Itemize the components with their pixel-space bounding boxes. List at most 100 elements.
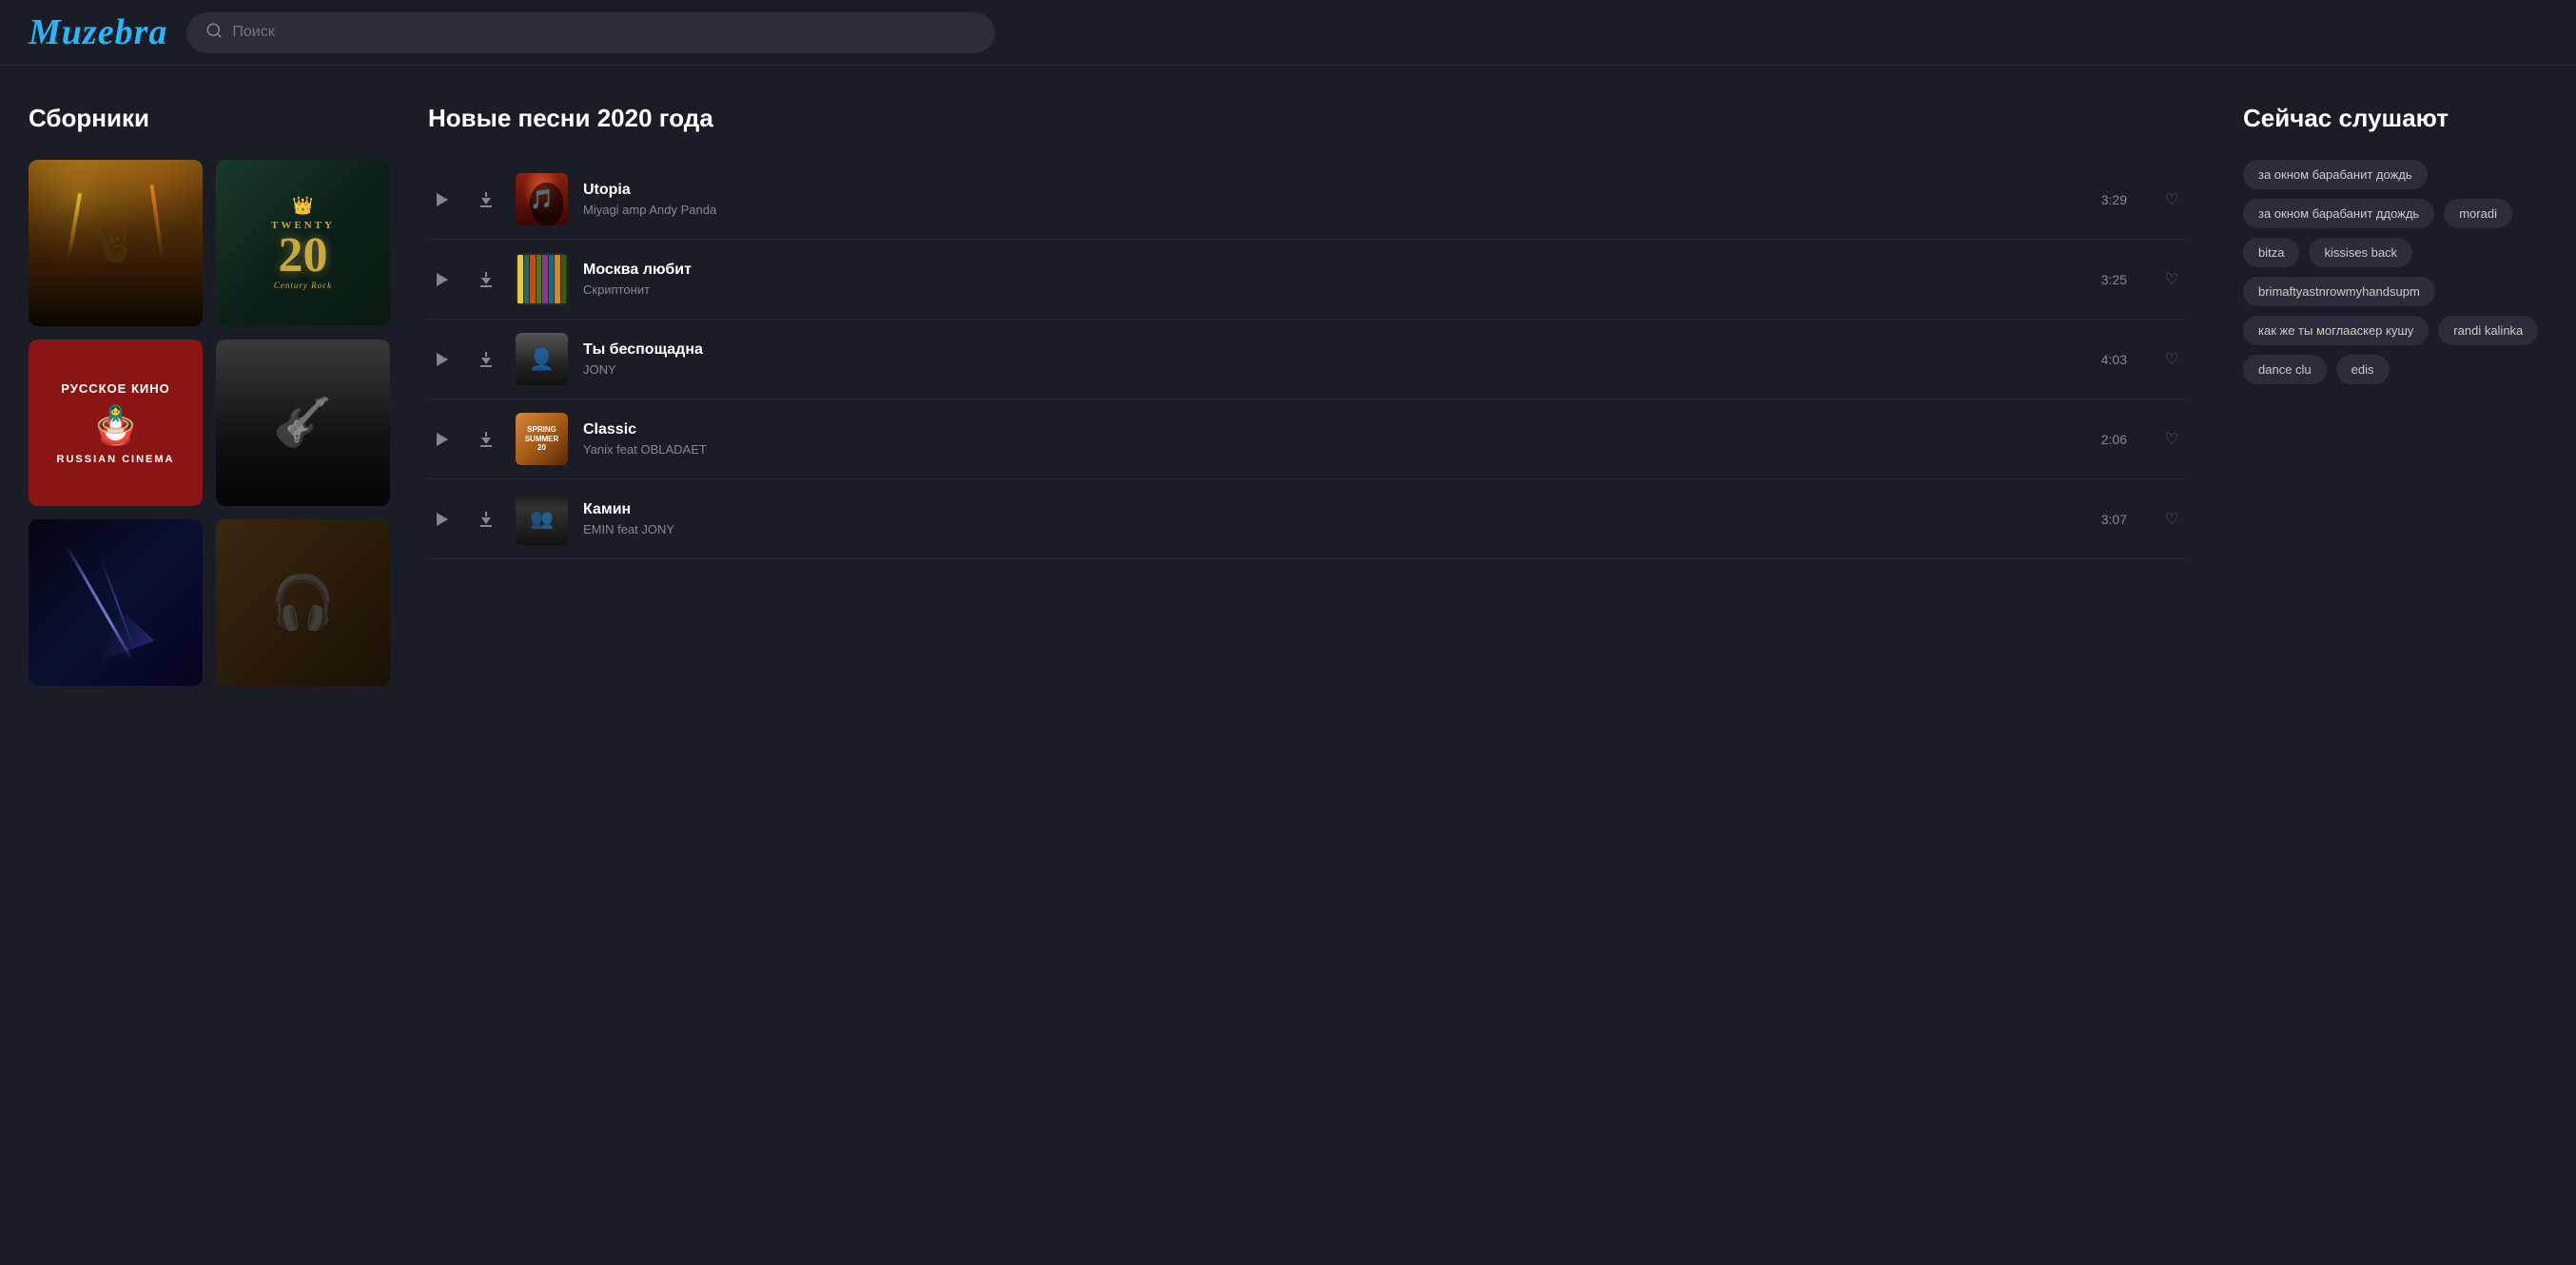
song-artist: EMIN feat JONY [583, 522, 2086, 536]
song-row[interactable]: SPRINGSUMMER20 Classic Yanix feat OBLADA… [428, 399, 2186, 479]
song-title: Москва любит [583, 262, 2086, 279]
song-duration: 3:29 [2101, 192, 2127, 207]
tag-pill[interactable]: kissises back [2309, 238, 2412, 267]
like-button[interactable]: ♡ [2157, 505, 2186, 534]
song-info: Камин EMIN feat JONY [583, 501, 2086, 536]
download-icon [480, 432, 492, 447]
like-button[interactable]: ♡ [2157, 345, 2186, 374]
song-duration: 2:06 [2101, 432, 2127, 447]
download-icon [480, 272, 492, 287]
play-icon [437, 513, 448, 526]
song-title: Utopia [583, 182, 2086, 199]
download-icon [480, 192, 492, 207]
song-info: Utopia Miyagi amp Andy Panda [583, 182, 2086, 217]
main-content: Сборники 🤘 👑 TwENTY 20 Century Rock [0, 66, 2576, 724]
song-row[interactable]: 🎵 Utopia Miyagi amp Andy Panda 3:29 ♡ [428, 160, 2186, 240]
song-duration: 4:03 [2101, 352, 2127, 367]
performer-icon: 🎸 [273, 395, 332, 451]
bw-visual: 🎸 [216, 340, 390, 506]
collection-card-concert[interactable]: 🤘 [29, 160, 203, 326]
collection-card-twenty[interactable]: 👑 TwENTY 20 Century Rock [216, 160, 390, 326]
search-icon [205, 22, 223, 44]
song-artist: JONY [583, 362, 2086, 377]
tag-pill[interactable]: как же ты моглааскер кушу [2243, 316, 2429, 345]
twenty-number: 20 [279, 231, 328, 281]
song-artist: Скриптонит [583, 282, 2086, 297]
song-cover: 👥 [516, 493, 568, 545]
song-duration: 3:07 [2101, 512, 2127, 527]
song-info: Classic Yanix feat OBLADAET [583, 421, 2086, 457]
heart-icon: ♡ [2165, 270, 2178, 289]
tag-pill[interactable]: brimaftyastnrowmyhandsupm [2243, 277, 2435, 306]
play-button[interactable] [428, 425, 457, 454]
space-visual [29, 519, 203, 686]
concert-visual: 🤘 [29, 160, 203, 326]
heart-icon: ♡ [2165, 190, 2178, 209]
play-button[interactable] [428, 505, 457, 534]
song-info: Москва любит Скриптонит [583, 262, 2086, 297]
tag-pill[interactable]: randi kalinka [2438, 316, 2538, 345]
matryoshka-icon: 🪆 [92, 403, 140, 448]
song-row[interactable]: 👥 Камин EMIN feat JONY 3:07 ♡ [428, 479, 2186, 559]
collection-card-space[interactable] [29, 519, 203, 686]
song-row[interactable]: 👤 Ты беспощадна JONY 4:03 ♡ [428, 320, 2186, 399]
download-button[interactable] [472, 425, 500, 454]
collection-card-russian[interactable]: РУССКОЕ КИНО 🪆 RUSSIAN CINEMA [29, 340, 203, 506]
new-songs-title: Новые песни 2020 года [428, 104, 2186, 133]
song-list: 🎵 Utopia Miyagi amp Andy Panda 3:29 ♡ [428, 160, 2186, 559]
heart-icon: ♡ [2165, 430, 2178, 449]
tag-pill[interactable]: edis [2336, 355, 2390, 384]
heart-icon: ♡ [2165, 510, 2178, 529]
like-button[interactable]: ♡ [2157, 185, 2186, 214]
download-button[interactable] [472, 505, 500, 534]
play-button[interactable] [428, 345, 457, 374]
tag-pill[interactable]: за окном барабанит дождь [2243, 160, 2428, 189]
collections-title: Сборники [29, 104, 390, 133]
collections-section: Сборники 🤘 👑 TwENTY 20 Century Rock [29, 104, 390, 686]
song-title: Classic [583, 421, 2086, 438]
download-button[interactable] [472, 345, 500, 374]
classic-cover-art: SPRINGSUMMER20 [516, 413, 568, 465]
song-duration: 3:25 [2101, 272, 2127, 287]
tag-pill[interactable]: за окном барабанит ддождь [2243, 199, 2434, 228]
play-icon [437, 353, 448, 366]
play-button[interactable] [428, 185, 457, 214]
tag-pill[interactable]: dance clu [2243, 355, 2327, 384]
tag-pill[interactable]: bitza [2243, 238, 2299, 267]
download-icon [480, 512, 492, 527]
tag-pill[interactable]: moradi [2444, 199, 2512, 228]
collections-grid: 🤘 👑 TwENTY 20 Century Rock РУССКОЕ КИНО … [29, 160, 390, 686]
now-listening-section: Сейчас слушают за окном барабанит дождь … [2224, 104, 2547, 686]
play-icon [437, 273, 448, 286]
collection-card-bw[interactable]: 🎸 [216, 340, 390, 506]
merciless-cover-art: 👤 [516, 333, 568, 385]
download-icon [480, 352, 492, 367]
now-listening-title: Сейчас слушают [2243, 104, 2547, 133]
search-bar[interactable] [186, 12, 995, 53]
utopia-cover-art: 🎵 [516, 173, 568, 225]
header: Muzebra [0, 0, 2576, 66]
tags-container: за окном барабанит дождь за окном бараба… [2243, 160, 2547, 384]
like-button[interactable]: ♡ [2157, 425, 2186, 454]
search-input[interactable] [232, 24, 976, 41]
like-button[interactable]: ♡ [2157, 265, 2186, 294]
song-cover [516, 253, 568, 305]
russian-title-bottom: RUSSIAN CINEMA [57, 454, 175, 465]
russian-title-top: РУССКОЕ КИНО [61, 381, 169, 396]
song-cover: 👤 [516, 333, 568, 385]
app-logo: Muzebra [29, 11, 167, 53]
twenty-label-bottom: Century Rock [274, 281, 332, 290]
song-artist: Miyagi amp Andy Panda [583, 203, 2086, 217]
download-button[interactable] [472, 265, 500, 294]
song-cover: SPRINGSUMMER20 [516, 413, 568, 465]
headphones-icon: 🎧 [270, 572, 335, 633]
play-button[interactable] [428, 265, 457, 294]
song-row[interactable]: Москва любит Скриптонит 3:25 ♡ [428, 240, 2186, 320]
song-cover: 🎵 [516, 173, 568, 225]
collection-card-headphones[interactable]: 🎧 [216, 519, 390, 686]
song-info: Ты беспощадна JONY [583, 341, 2086, 377]
download-button[interactable] [472, 185, 500, 214]
play-icon [437, 433, 448, 446]
play-icon [437, 193, 448, 206]
song-title: Ты беспощадна [583, 341, 2086, 359]
